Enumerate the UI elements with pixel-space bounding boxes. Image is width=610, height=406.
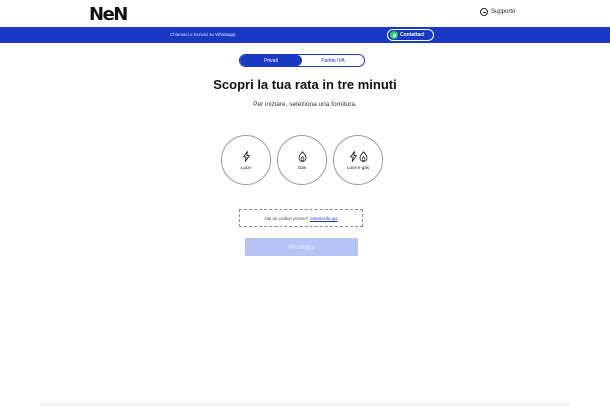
toggle-privati[interactable]: Privati [240, 55, 302, 66]
choice-luce[interactable]: Luce [221, 135, 271, 185]
top-header: NeN Supporto [0, 0, 610, 27]
support-label: Supporto [491, 9, 516, 15]
page-title: Scopri la tua rata in tre minuti [213, 77, 397, 92]
flame-icon [359, 150, 367, 162]
lightning-icon [349, 150, 357, 162]
support-link[interactable]: Supporto [480, 8, 515, 16]
toggle-partite-iva[interactable]: Partite IVA [302, 55, 364, 66]
choice-gas[interactable]: Gas [277, 135, 327, 185]
footer-edge [40, 402, 570, 406]
choice-label: Luce e gas [346, 164, 370, 170]
promo-code-box: Hai un codice promo? Inseriscilo qui [239, 209, 363, 227]
promo-text: Hai un codice promo? [264, 215, 309, 221]
whatsapp-icon [390, 31, 398, 39]
chat-icon [480, 8, 488, 16]
choice-luce-e-gas[interactable]: Luce e gas [333, 135, 383, 185]
lightning-icon [242, 150, 250, 162]
promo-link[interactable]: Inseriscilo qui [310, 216, 337, 221]
page-subtitle: Per iniziare, seleziona una fornitura. [253, 101, 357, 108]
banner-note: Chiamaci o Scrivici su Whatsapp [170, 32, 236, 37]
flame-icon [298, 150, 306, 162]
proceed-button[interactable]: Prosegui [245, 238, 358, 256]
brand-logo[interactable]: NeN [89, 4, 128, 25]
contact-banner: Chiamaci o Scrivici su Whatsapp Contatta… [0, 27, 610, 43]
contact-button[interactable]: Contattaci [387, 29, 434, 41]
customer-type-toggle: Privati Partite IVA [239, 54, 365, 67]
contact-label: Contattaci [400, 32, 425, 38]
choice-label: Luce [241, 164, 251, 170]
choice-label: Gas [297, 164, 307, 170]
